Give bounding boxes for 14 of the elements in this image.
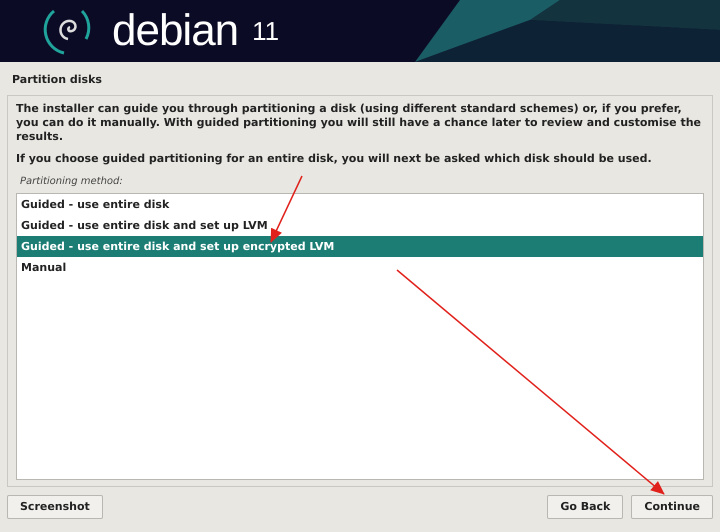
instruction-text: The installer can guide you through partitioning a disk (using different standard schemes) or, if you prefer, you can do it manually. With guided partitioning you will still have a chance later to review and customise the results. xyxy=(16,102,702,144)
version-number: 11 xyxy=(252,18,280,44)
dialog-button[interactable]: Continue xyxy=(631,494,713,519)
dialog-button[interactable]: Screenshot xyxy=(7,494,103,519)
step-title: Partition disks xyxy=(11,72,103,88)
annotation-arrow xyxy=(270,176,303,243)
method-option[interactable]: Guided - use entire disk and set up encrypted LVM xyxy=(17,236,703,256)
method-option[interactable]: Guided - use entire disk and set up LVM xyxy=(17,214,703,236)
method-option[interactable]: Guided - use entire disk xyxy=(17,194,703,214)
brand-name: debian xyxy=(112,9,238,53)
instruction-text: If you choose guided partitioning for an entire disk, you will next be asked which disk should be used. xyxy=(16,152,653,166)
dialog-button[interactable]: Go Back xyxy=(547,494,624,519)
method-option[interactable]: Manual xyxy=(17,256,703,278)
list-label: Partitioning method: xyxy=(20,174,124,188)
